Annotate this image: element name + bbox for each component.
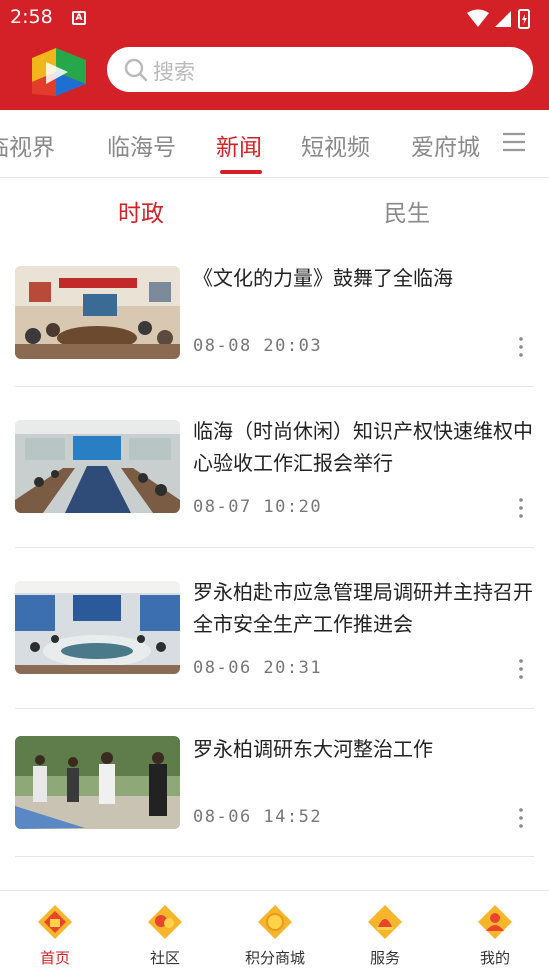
news-title: 罗永柏调研东大河整治工作 [193, 737, 433, 761]
nav-label-community: 社区 [149, 949, 180, 967]
news-thumbnail[interactable] [15, 420, 180, 513]
news-title: 《文化的力量》鼓舞了全临海 [193, 266, 453, 290]
community-icon [148, 905, 182, 939]
nav-label-home: 首页 [39, 949, 70, 967]
more-options-icon[interactable] [517, 336, 525, 358]
tab-linhai-hao[interactable]: 临海号 [107, 128, 176, 162]
nav-community[interactable]: 社区 [110, 891, 220, 977]
news-thumbnail[interactable] [15, 581, 180, 674]
nav-label-service: 服务 [369, 949, 400, 967]
status-time: 2:58 [10, 6, 53, 28]
signal-icon [495, 11, 511, 27]
tab-short-video[interactable]: 短视频 [301, 128, 370, 162]
status-bar: 2:58 A [0, 0, 549, 36]
news-time: 08-08 20:03 [193, 336, 323, 356]
news-item[interactable]: 临海（时尚休闲）知识产权快速维权中心验收工作汇报会举行 08-07 10:20 [15, 387, 534, 548]
nav-label-points-mall: 积分商城 [244, 949, 305, 967]
status-icons [467, 9, 530, 29]
wifi-icon [467, 9, 489, 27]
subtab-livelihood[interactable]: 民生 [384, 194, 430, 228]
news-time: 08-06 14:52 [193, 807, 323, 827]
nav-service[interactable]: 服务 [330, 891, 440, 977]
service-icon [368, 905, 402, 939]
nav-label-profile: 我的 [479, 949, 510, 967]
tab-ai-fucheng[interactable]: 爱府城 [411, 128, 480, 162]
news-time: 08-06 20:31 [193, 658, 323, 678]
active-tab-indicator [220, 170, 262, 174]
news-item[interactable]: 罗永柏赴市应急管理局调研并主持召开全市安全生产工作推进会 08-06 20:31 [15, 548, 534, 709]
search-placeholder: 搜索 [153, 60, 195, 84]
news-title: 罗永柏赴市应急管理局调研并主持召开全市安全生产工作推进会 [193, 580, 533, 636]
home-icon [38, 905, 72, 939]
battery-icon [518, 9, 530, 29]
news-item[interactable]: 《文化的力量》鼓舞了全临海 08-08 20:03 [15, 242, 534, 387]
more-options-icon[interactable] [517, 807, 525, 829]
subtab-politics[interactable]: 时政 [118, 194, 164, 228]
channel-tabs: 临视界 临海号 新闻 短视频 爱府城 [0, 110, 549, 178]
notification-badge: A [72, 11, 86, 25]
news-thumbnail[interactable] [15, 266, 180, 359]
points-mall-icon [258, 905, 292, 939]
nav-home[interactable]: 首页 [0, 891, 110, 977]
more-options-icon[interactable] [517, 658, 525, 680]
search-bar[interactable]: 搜索 [107, 47, 533, 92]
bottom-nav: 首页 社区 积分商城 服务 我的 [0, 890, 549, 976]
profile-icon [478, 905, 512, 939]
tab-lin-shijie[interactable]: 临视界 [0, 128, 55, 162]
news-time: 08-07 10:20 [193, 497, 323, 517]
app-logo-icon[interactable] [28, 44, 90, 100]
search-icon [124, 58, 148, 82]
news-thumbnail[interactable] [15, 736, 180, 829]
tab-news[interactable]: 新闻 [216, 128, 262, 162]
more-options-icon[interactable] [517, 497, 525, 519]
sub-tabs: 时政 民生 [0, 178, 549, 242]
news-item[interactable]: 罗永柏调研东大河整治工作 08-06 14:52 [15, 709, 534, 857]
app-header: 搜索 [0, 36, 549, 110]
nav-points-mall[interactable]: 积分商城 [220, 891, 330, 977]
nav-profile[interactable]: 我的 [440, 891, 549, 977]
news-title: 临海（时尚休闲）知识产权快速维权中心验收工作汇报会举行 [193, 419, 533, 475]
channel-menu-icon[interactable] [503, 131, 525, 153]
